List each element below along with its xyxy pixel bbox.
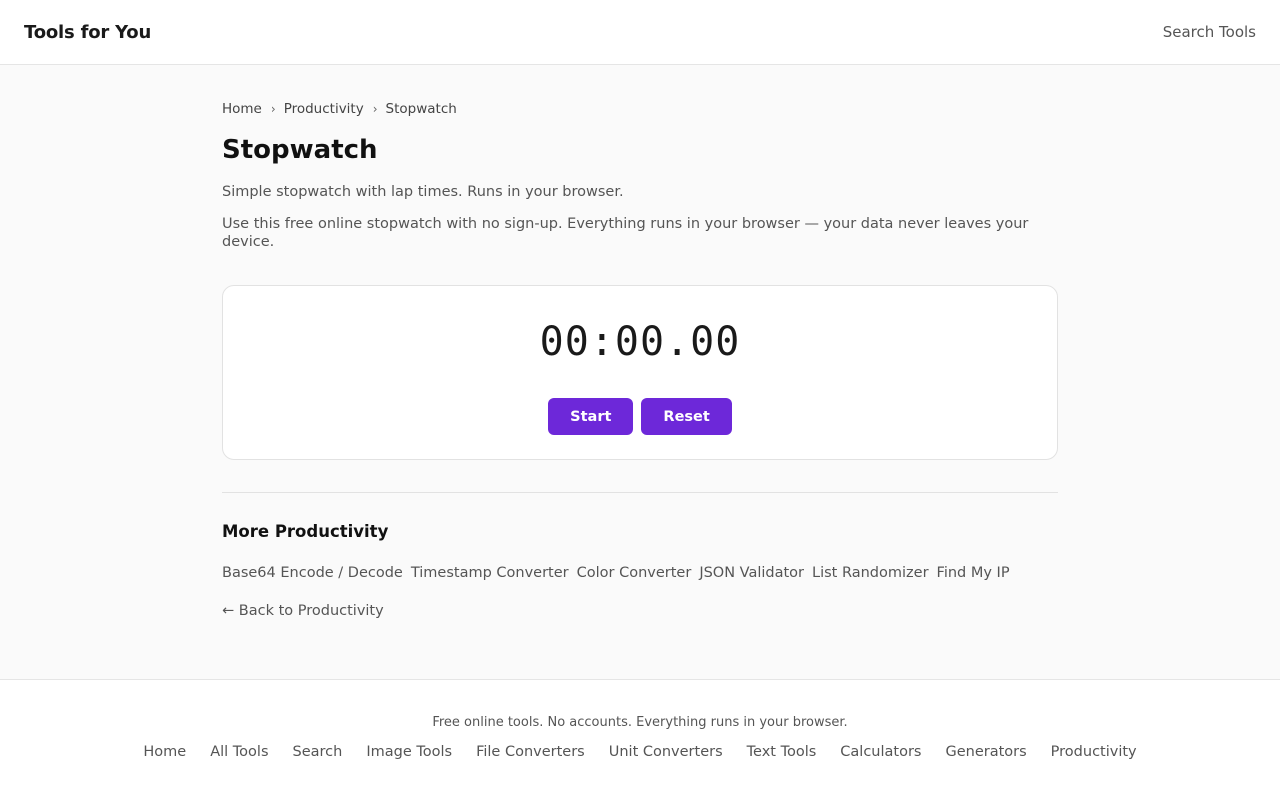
breadcrumb: Home › Productivity › Stopwatch (222, 100, 1058, 118)
related-tool-link[interactable]: Timestamp Converter (411, 565, 569, 581)
footer-link-generators[interactable]: Generators (945, 744, 1026, 760)
related-tool-link[interactable]: JSON Validator (699, 565, 804, 581)
footer-link-text-tools[interactable]: Text Tools (747, 744, 817, 760)
footer-link-calculators[interactable]: Calculators (840, 744, 921, 760)
footer-link-image-tools[interactable]: Image Tools (366, 744, 452, 760)
site-logo-link[interactable]: Tools for You (24, 22, 151, 43)
related-tools-list: Base64 Encode / Decode Timestamp Convert… (222, 565, 1058, 581)
stopwatch-controls: Start Reset (548, 398, 732, 435)
breadcrumb-separator: › (372, 102, 378, 116)
footer-link-unit-converters[interactable]: Unit Converters (609, 744, 723, 760)
site-footer: Free online tools. No accounts. Everythi… (0, 679, 1280, 800)
page-subtitle: Simple stopwatch with lap times. Runs in… (222, 184, 624, 200)
site-header: Tools for You Search Tools (0, 0, 1280, 65)
breadcrumb-home[interactable]: Home (222, 101, 262, 117)
related-tool-link[interactable]: Base64 Encode / Decode (222, 565, 403, 581)
more-productivity-heading: More Productivity (222, 522, 389, 541)
related-tool-link[interactable]: List Randomizer (812, 565, 929, 581)
footer-link-productivity[interactable]: Productivity (1051, 744, 1137, 760)
back-to-productivity-link[interactable]: ← Back to Productivity (222, 603, 384, 619)
footer-link-search[interactable]: Search (293, 744, 343, 760)
footer-link-home[interactable]: Home (143, 744, 186, 760)
start-button[interactable]: Start (548, 398, 634, 435)
page-title: Stopwatch (222, 135, 378, 165)
footer-nav: Home All Tools Search Image Tools File C… (0, 744, 1280, 760)
footer-link-all-tools[interactable]: All Tools (210, 744, 268, 760)
footer-tagline: Free online tools. No accounts. Everythi… (432, 715, 848, 730)
stopwatch-display: 00:00.00 (539, 319, 741, 365)
stopwatch-card: 00:00.00 Start Reset (222, 285, 1058, 460)
search-tools-link[interactable]: Search Tools (1163, 23, 1256, 41)
section-divider (222, 492, 1058, 493)
reset-button[interactable]: Reset (641, 398, 732, 435)
related-tool-link[interactable]: Find My IP (937, 565, 1010, 581)
main-content: Home › Productivity › Stopwatch Stopwatc… (222, 65, 1058, 619)
breadcrumb-separator: › (270, 102, 276, 116)
breadcrumb-productivity[interactable]: Productivity (284, 101, 364, 117)
page-intro: Use this free online stopwatch with no s… (222, 216, 1029, 250)
breadcrumb-stopwatch[interactable]: Stopwatch (386, 101, 457, 117)
related-tool-link[interactable]: Color Converter (577, 565, 692, 581)
footer-link-file-converters[interactable]: File Converters (476, 744, 585, 760)
